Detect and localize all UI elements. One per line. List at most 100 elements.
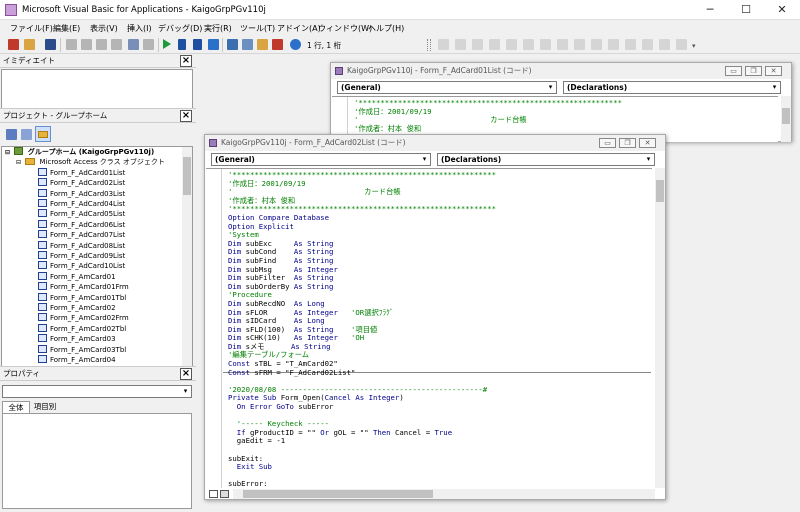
toggle-folders-button[interactable] xyxy=(35,126,51,142)
tab-alphabetic[interactable]: 全体 xyxy=(2,401,30,413)
properties-window-icon[interactable] xyxy=(242,39,253,50)
class-objects-folder[interactable]: ⊟ Microsoft Access クラス オブジェクト xyxy=(16,157,165,167)
undo-icon[interactable] xyxy=(128,39,139,50)
project-tree-item[interactable]: Form_F_AdCard07List xyxy=(38,230,125,240)
code-window-adcard01[interactable]: KaigoGrpPGv110j - Form_F_AdCard01List (コ… xyxy=(330,62,792,143)
code-close-button[interactable]: ✕ xyxy=(765,66,782,76)
design-mode-icon[interactable] xyxy=(208,39,219,50)
close-properties-button[interactable]: × xyxy=(180,368,192,380)
scroll-thumb[interactable] xyxy=(656,180,664,202)
break-icon[interactable] xyxy=(178,39,186,50)
object-combo[interactable]: (General) ▾ xyxy=(337,81,557,94)
project-root-node[interactable]: ⊟ グループホーム (KaigoGrpPGv110j) xyxy=(5,147,154,157)
full-module-view-icon[interactable] xyxy=(220,490,229,498)
list-constants-icon[interactable] xyxy=(472,39,483,50)
project-tree-item[interactable]: Form_F_AdCard08List xyxy=(38,240,125,251)
project-explorer-icon[interactable] xyxy=(227,39,238,50)
menu-file[interactable]: ファイル(F) xyxy=(10,23,53,34)
project-vscrollbar[interactable] xyxy=(182,147,192,366)
paste-icon[interactable] xyxy=(96,39,107,50)
view-code-icon[interactable] xyxy=(6,129,17,140)
project-tree-item[interactable]: Form_F_AmCard03 xyxy=(38,334,116,344)
code-window-adcard02[interactable]: KaigoGrpPGv110j - Form_F_AdCard02List (コ… xyxy=(204,134,666,500)
menu-tools[interactable]: ツール(T) xyxy=(240,23,275,34)
code-text[interactable]: '***************************************… xyxy=(354,98,622,133)
quick-info-icon[interactable] xyxy=(489,39,500,50)
cut-icon[interactable] xyxy=(66,39,77,50)
menu-help[interactable]: ヘルプ(H) xyxy=(368,23,404,34)
procedure-combo[interactable]: (Declarations) ▾ xyxy=(437,153,655,166)
maximize-button[interactable]: ☐ xyxy=(728,0,764,20)
object-combo[interactable]: (General) ▾ xyxy=(211,153,431,166)
view-object-icon[interactable] xyxy=(21,129,32,140)
project-tree-item[interactable]: Form_F_AdCard03List xyxy=(38,188,125,199)
margin-indicator-bar[interactable] xyxy=(206,169,222,488)
comment-block-icon[interactable] xyxy=(591,39,602,50)
uncomment-block-icon[interactable] xyxy=(608,39,619,50)
code-close-button[interactable]: ✕ xyxy=(639,138,656,148)
project-tree-item[interactable]: Form_F_AdCard02List xyxy=(38,178,125,188)
complete-word-icon[interactable] xyxy=(523,39,534,50)
code-editor[interactable]: '***************************************… xyxy=(206,168,652,488)
project-tree-item[interactable]: Form_F_AmCard01Tbl xyxy=(38,292,126,303)
procedure-combo[interactable]: (Declarations) ▾ xyxy=(563,81,781,94)
object-browser-icon[interactable] xyxy=(257,39,268,50)
project-tree-item[interactable]: Form_F_AdCard04List xyxy=(38,199,125,209)
code-vscrollbar[interactable] xyxy=(781,96,791,142)
outdent-icon[interactable] xyxy=(557,39,568,50)
project-tree-item[interactable]: Form_F_AmCard04 xyxy=(38,355,116,365)
menu-addins[interactable]: アドイン(A) xyxy=(277,23,321,34)
save-icon[interactable] xyxy=(45,39,56,50)
close-immediate-button[interactable]: × xyxy=(180,55,192,67)
menu-debug[interactable]: デバッグ(D) xyxy=(158,23,202,34)
code-vscrollbar[interactable] xyxy=(655,168,665,488)
object-select[interactable]: ▾ xyxy=(2,385,192,398)
toolbox-icon[interactable] xyxy=(272,39,283,50)
next-bookmark-icon[interactable] xyxy=(642,39,653,50)
toolbar-options-chevron-icon[interactable]: ▾ xyxy=(692,42,696,50)
project-tree-item[interactable]: Form_F_AmCard02 xyxy=(38,303,116,313)
toggle-bookmark-icon[interactable] xyxy=(625,39,636,50)
code-restore-button[interactable]: ❐ xyxy=(745,66,762,76)
menu-run[interactable]: 実行(R) xyxy=(204,23,232,34)
redo-icon[interactable] xyxy=(143,39,154,50)
project-tree-item[interactable]: Form_F_AdCard01List xyxy=(38,167,125,178)
scroll-thumb[interactable] xyxy=(243,490,433,498)
toolbar-grip[interactable] xyxy=(427,39,431,51)
insert-module-icon[interactable] xyxy=(24,39,35,50)
access-view-icon[interactable] xyxy=(8,39,19,50)
reset-icon[interactable] xyxy=(193,39,202,50)
menu-insert[interactable]: 挿入(I) xyxy=(127,23,152,34)
help-icon[interactable] xyxy=(290,39,301,50)
minimize-button[interactable]: ─ xyxy=(692,0,728,20)
project-tree-item[interactable]: Form_F_AmCard01 xyxy=(38,271,116,282)
menu-view[interactable]: 表示(V) xyxy=(90,23,118,34)
procedure-view-icon[interactable] xyxy=(209,490,218,498)
run-icon[interactable] xyxy=(163,39,171,49)
project-tree-item[interactable]: Form_F_AmCard03Tbl xyxy=(38,344,126,355)
project-tree-item[interactable]: Form_F_AmCard01Frm xyxy=(38,282,129,292)
project-tree-item[interactable]: Form_F_AdCard10List xyxy=(38,261,125,271)
scroll-thumb[interactable] xyxy=(782,108,790,124)
code-hscrollbar[interactable] xyxy=(233,489,655,499)
edit-toolbar-icon[interactable] xyxy=(438,39,449,50)
clear-bookmarks-icon[interactable] xyxy=(676,39,687,50)
close-window-button[interactable]: ✕ xyxy=(764,0,800,20)
menu-edit[interactable]: 編集(E) xyxy=(53,23,80,34)
project-tree-item[interactable]: Form_F_AmCard02Tbl xyxy=(38,323,126,334)
immediate-input[interactable] xyxy=(1,69,193,109)
code-restore-button[interactable]: ❐ xyxy=(619,138,636,148)
project-tree-item[interactable]: Form_F_AdCard09List xyxy=(38,251,125,261)
parameter-info-icon[interactable] xyxy=(506,39,517,50)
scroll-thumb[interactable] xyxy=(183,157,191,195)
project-tree-item[interactable]: Form_F_AdCard05List xyxy=(38,209,125,219)
code-minimize-button[interactable]: ▭ xyxy=(725,66,742,76)
previous-bookmark-icon[interactable] xyxy=(659,39,670,50)
tab-categorized[interactable]: 項目別 xyxy=(30,401,60,413)
code-text[interactable]: '***************************************… xyxy=(228,170,496,488)
project-tree-item[interactable]: Form_F_AdCard06List xyxy=(38,219,125,230)
close-project-button[interactable]: × xyxy=(180,110,192,122)
indent-icon[interactable] xyxy=(540,39,551,50)
toggle-breakpoint-icon[interactable] xyxy=(574,39,585,50)
copy-icon[interactable] xyxy=(81,39,92,50)
